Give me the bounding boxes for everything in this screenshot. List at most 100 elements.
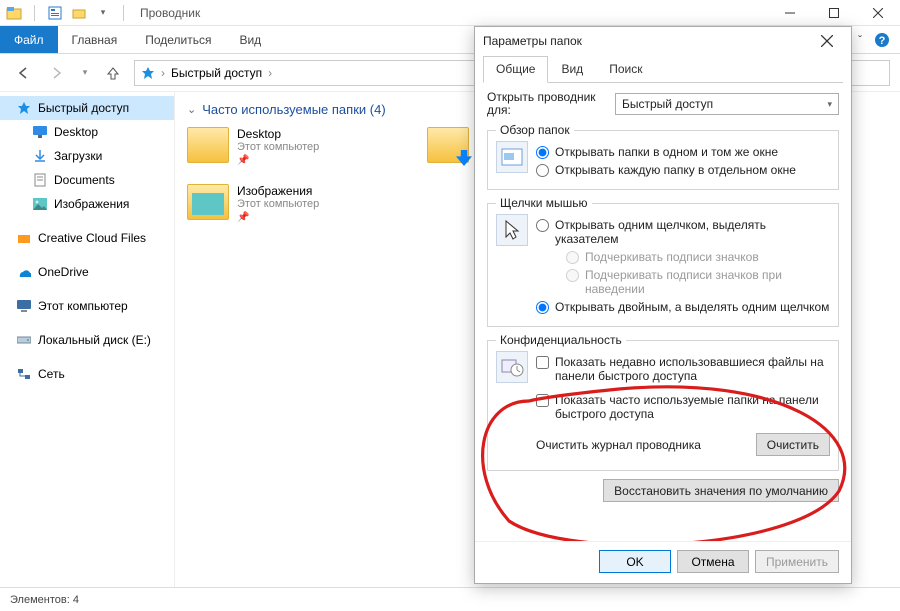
sidebar-item-local-disk[interactable]: Локальный диск (E:)	[0, 328, 174, 352]
option-label: Подчеркивать подписи значков при наведен…	[585, 268, 830, 296]
sidebar-item-this-pc[interactable]: Этот компьютер	[0, 294, 174, 318]
dialog-buttons: OK Отмена Применить	[475, 541, 851, 583]
sidebar-item-label: Изображения	[54, 197, 129, 211]
sidebar-item-pictures[interactable]: Изображения	[0, 192, 174, 216]
privacy-icon	[496, 351, 528, 383]
close-button[interactable]	[856, 0, 900, 26]
help-icon[interactable]: ?	[874, 32, 890, 48]
qat-properties-icon[interactable]	[45, 3, 65, 23]
explorer-app-icon	[4, 3, 24, 23]
tab-search[interactable]: Поиск	[596, 56, 655, 83]
folder-icon	[187, 127, 229, 163]
sidebar-item-documents[interactable]: Documents	[0, 168, 174, 192]
svg-text:?: ?	[879, 35, 886, 47]
apply-button[interactable]: Применить	[755, 550, 839, 573]
sidebar-item-label: Этот компьютер	[38, 299, 128, 313]
folder-item[interactable]: Desktop Этот компьютер 📌	[187, 127, 407, 166]
breadcrumb-sep: ›	[268, 66, 272, 80]
dialog-close-button[interactable]	[811, 29, 843, 53]
option-label: Открывать папки в одном и том же окне	[555, 145, 778, 159]
folder-pictures-icon	[187, 184, 229, 220]
sidebar-quick-access[interactable]: Быстрый доступ	[0, 96, 174, 120]
radio-single-click[interactable]: Открывать одним щелчком, выделять указат…	[536, 218, 830, 246]
radio-new-window[interactable]: Открывать каждую папку в отдельном окне	[536, 163, 830, 177]
ribbon-collapse-icon[interactable]: ˇ	[858, 33, 862, 47]
minimize-button[interactable]	[768, 0, 812, 26]
ok-button[interactable]: OK	[599, 550, 671, 573]
breadcrumb-sep: ›	[161, 66, 165, 80]
qat-customize-dropdown[interactable]: ▾	[93, 3, 113, 23]
nav-recent-dropdown[interactable]: ▾	[78, 60, 92, 86]
folder-sub: Этот компьютер	[237, 198, 319, 210]
radio-double-click[interactable]: Открывать двойным, а выделять одним щелч…	[536, 300, 830, 314]
tab-general[interactable]: Общие	[483, 56, 548, 83]
option-label: Открывать каждую папку в отдельном окне	[555, 163, 796, 177]
clear-history-label: Очистить журнал проводника	[536, 438, 701, 452]
nav-pane: Быстрый доступ Desktop Загрузки Document…	[0, 92, 175, 587]
sidebar-item-label: Загрузки	[54, 149, 102, 163]
restore-defaults-button[interactable]: Восстановить значения по умолчанию	[603, 479, 839, 502]
group-legend: Обзор папок	[496, 123, 574, 137]
document-icon	[32, 172, 48, 188]
checkbox-recent-files[interactable]: Показать недавно использовавшиеся файлы …	[536, 355, 830, 383]
sidebar-item-label: Desktop	[54, 125, 98, 139]
group-click-items: Щелчки мышью Открывать одним щелчком, вы…	[487, 196, 839, 327]
folder-options-dialog: Параметры папок Общие Вид Поиск Открыть …	[474, 26, 852, 584]
dialog-tabs: Общие Вид Поиск	[483, 55, 843, 83]
group-privacy: Конфиденциальность Показать недавно испо…	[487, 333, 839, 471]
cursor-icon	[496, 214, 528, 246]
sidebar-item-label: OneDrive	[38, 265, 89, 279]
chevron-down-icon: ⌄	[187, 103, 196, 116]
folder-sub: Этот компьютер	[237, 141, 319, 153]
maximize-button[interactable]	[812, 0, 856, 26]
sidebar-item-creative-cloud[interactable]: Creative Cloud Files	[0, 226, 174, 250]
address-quickaccess-icon	[141, 66, 155, 80]
drive-icon	[16, 332, 32, 348]
open-explorer-for-combo[interactable]: Быстрый доступ ▾	[615, 93, 839, 115]
chevron-down-icon: ▾	[827, 99, 832, 110]
titlebar: ▾ Проводник	[0, 0, 900, 26]
pin-icon: 📌	[237, 155, 319, 166]
download-icon	[32, 148, 48, 164]
sidebar-item-downloads[interactable]: Загрузки	[0, 144, 174, 168]
sidebar-item-label: Creative Cloud Files	[38, 231, 146, 245]
status-bar: Элементов: 4	[0, 587, 900, 611]
sidebar-item-network[interactable]: Сеть	[0, 362, 174, 386]
ribbon-tab-file[interactable]: Файл	[0, 26, 58, 53]
dialog-title: Параметры папок	[483, 34, 582, 48]
tab-view[interactable]: Вид	[548, 56, 596, 83]
folder-downloads-icon	[427, 127, 469, 163]
creative-cloud-icon	[16, 230, 32, 246]
ribbon-tab-view[interactable]: Вид	[225, 26, 275, 53]
checkbox-frequent-folders[interactable]: Показать часто используемые папки на пан…	[536, 393, 830, 421]
option-label: Подчеркивать подписи значков	[585, 250, 759, 264]
sidebar-item-label: Сеть	[38, 367, 65, 381]
option-label: Открывать двойным, а выделять одним щелч…	[555, 300, 829, 314]
nav-back-button[interactable]	[10, 60, 36, 86]
section-title: Часто используемые папки (4)	[202, 102, 385, 117]
sidebar-item-label: Быстрый доступ	[38, 101, 129, 115]
folder-item[interactable]: Изображения Этот компьютер 📌	[187, 184, 407, 223]
breadcrumb-root[interactable]: Быстрый доступ	[171, 66, 262, 80]
sidebar-item-onedrive[interactable]: OneDrive	[0, 260, 174, 284]
option-label: Показать часто используемые папки на пан…	[555, 393, 830, 421]
option-label: Показать недавно использовавшиеся файлы …	[555, 355, 830, 383]
option-label: Открывать одним щелчком, выделять указат…	[555, 218, 830, 246]
ribbon-tab-home[interactable]: Главная	[58, 26, 132, 53]
folder-name: Изображения	[237, 184, 319, 198]
sidebar-item-desktop[interactable]: Desktop	[0, 120, 174, 144]
qat-newfolder-icon[interactable]	[69, 3, 89, 23]
radio-same-window[interactable]: Открывать папки в одном и том же окне	[536, 145, 830, 159]
group-legend: Щелчки мышью	[496, 196, 592, 210]
radio-underline-hover: Подчеркивать подписи значков при наведен…	[566, 268, 830, 296]
folder-name: Desktop	[237, 127, 319, 141]
picture-icon	[32, 196, 48, 212]
clear-history-button[interactable]: Очистить	[756, 433, 830, 456]
nav-up-button[interactable]	[100, 60, 126, 86]
ribbon-tab-share[interactable]: Поделиться	[131, 26, 225, 53]
window-title: Проводник	[140, 6, 200, 20]
cancel-button[interactable]: Отмена	[677, 550, 749, 573]
nav-forward-button[interactable]	[44, 60, 70, 86]
radio-underline-icons: Подчеркивать подписи значков	[566, 250, 830, 264]
status-text: Элементов: 4	[10, 594, 79, 606]
